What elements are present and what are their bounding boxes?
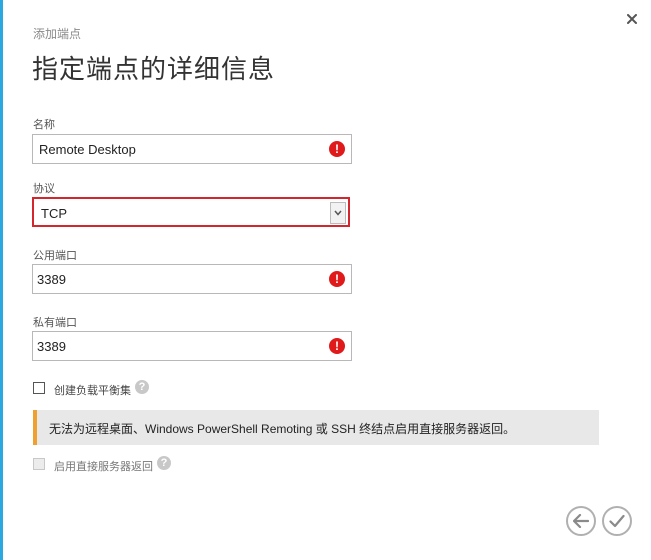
back-arrow-icon: [573, 514, 589, 528]
close-icon: [627, 14, 637, 24]
protocol-select[interactable]: TCP: [32, 197, 350, 227]
private-port-field-box: !: [32, 331, 352, 361]
chevron-down-icon: [334, 210, 342, 216]
dialog-title: 指定端点的详细信息: [32, 54, 276, 84]
protocol-label: 协议: [33, 183, 55, 195]
direct-server-return-checkbox[interactable]: [33, 458, 45, 470]
help-icon[interactable]: ?: [157, 456, 171, 470]
load-balanced-checkbox[interactable]: [33, 382, 45, 394]
load-balanced-label[interactable]: 创建负载平衡集: [54, 382, 131, 398]
public-port-input[interactable]: [33, 265, 323, 293]
name-input[interactable]: [33, 135, 325, 163]
confirm-button[interactable]: [602, 506, 632, 536]
check-icon: [609, 514, 625, 528]
error-icon: !: [329, 271, 345, 287]
warning-notice: 无法为远程桌面、Windows PowerShell Remoting 或 SS…: [33, 410, 599, 445]
help-icon[interactable]: ?: [135, 380, 149, 394]
private-port-label: 私有端口: [33, 317, 77, 329]
warning-notice-text: 无法为远程桌面、Windows PowerShell Remoting 或 SS…: [49, 422, 516, 436]
left-accent-bar: [0, 0, 3, 560]
error-icon: !: [329, 338, 345, 354]
error-icon: !: [329, 141, 345, 157]
close-button[interactable]: [622, 9, 642, 29]
public-port-field-box: !: [32, 264, 352, 294]
protocol-select-value: TCP: [41, 206, 67, 221]
protocol-dropdown-button[interactable]: [330, 202, 346, 224]
public-port-label: 公用端口: [33, 250, 77, 262]
private-port-input[interactable]: [33, 332, 323, 360]
direct-server-return-label[interactable]: 启用直接服务器返回: [54, 458, 153, 474]
dialog-subtitle: 添加端点: [33, 27, 82, 41]
name-field-box: !: [32, 134, 352, 164]
name-label: 名称: [33, 119, 55, 131]
back-button[interactable]: [566, 506, 596, 536]
